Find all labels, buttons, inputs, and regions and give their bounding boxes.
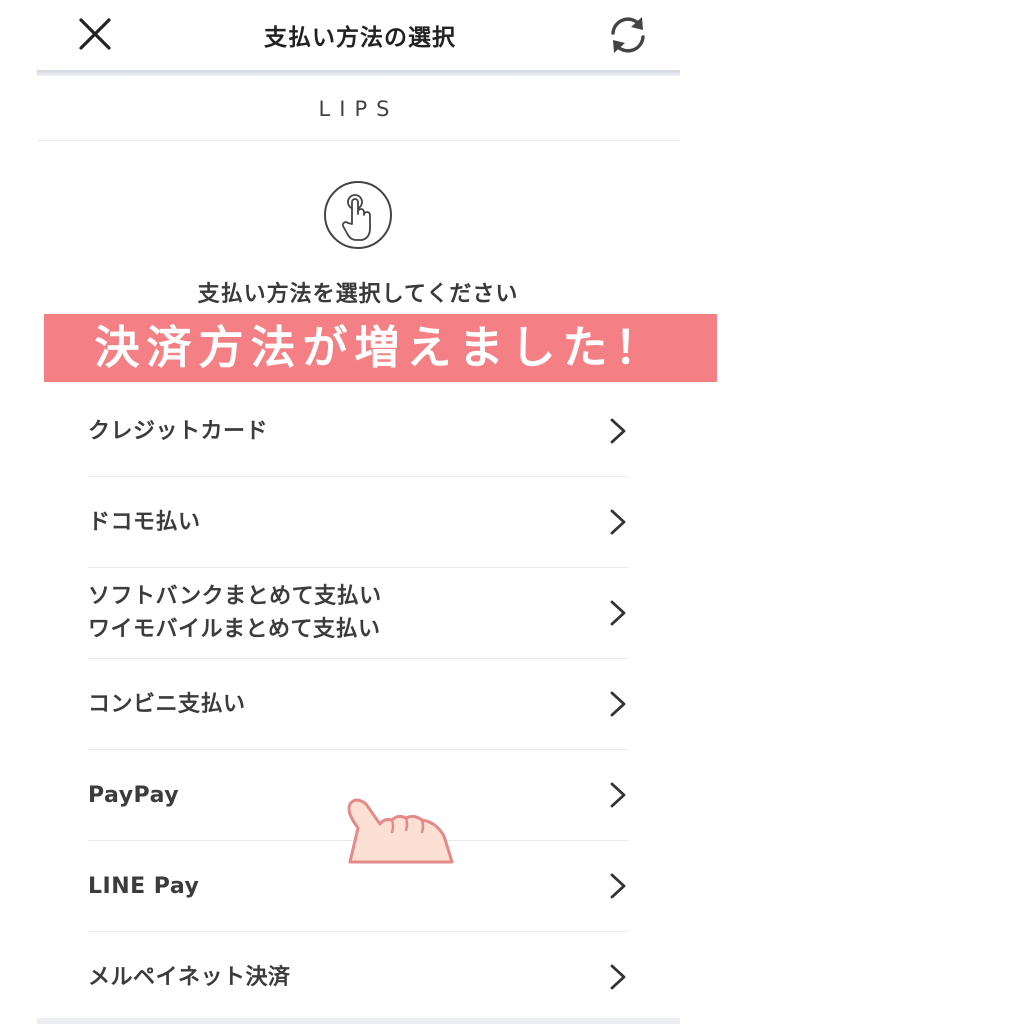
method-credit-card[interactable]: クレジットカード [88, 386, 628, 477]
method-label: メルペイネット決済 [88, 964, 291, 990]
chevron-right-icon [610, 691, 626, 717]
page-title: 支払い方法の選択 [264, 25, 456, 51]
chevron-right-icon [610, 782, 626, 808]
pointing-hand-icon [347, 798, 454, 864]
chevron-right-icon [610, 873, 626, 899]
banner-text: 決済方法が増えました！ [94, 321, 667, 374]
method-label: ソフトバンクまとめて支払い ワイモバイルまとめて支払い [88, 584, 382, 642]
header-divider [37, 70, 680, 76]
method-label: PayPay [88, 782, 180, 808]
select-prompt: 支払い方法を選択してください [197, 282, 519, 307]
payment-method-list: クレジットカード ドコモ払い ソフトバンクまとめて支払い ワイモバイルまとめて支… [88, 386, 628, 1022]
method-label: コンビニ支払い [88, 691, 246, 717]
method-docomo[interactable]: ドコモ払い [88, 477, 628, 568]
tap-finger-icon [323, 180, 393, 250]
close-button[interactable] [70, 12, 120, 58]
chevron-right-icon [610, 600, 626, 626]
method-convenience-store[interactable]: コンビニ支払い [88, 659, 628, 750]
payment-method-screen: 支払い方法の選択 LIPS 支払い方法を選択してください 決済方法が増えました！… [0, 0, 717, 1024]
method-label: ドコモ払い [88, 509, 201, 535]
refresh-button[interactable] [604, 12, 652, 58]
close-icon [79, 18, 111, 50]
method-softbank-ymobile[interactable]: ソフトバンクまとめて支払い ワイモバイルまとめて支払い [88, 568, 628, 659]
announcement-banner: 決済方法が増えました！ [44, 314, 717, 382]
method-merpay[interactable]: メルペイネット決済 [88, 932, 628, 1022]
bottom-divider [37, 1018, 680, 1024]
refresh-icon [611, 17, 645, 53]
chevron-right-icon [610, 964, 626, 990]
method-label: クレジットカード [88, 418, 269, 444]
method-label: LINE Pay [88, 873, 200, 899]
chevron-right-icon [610, 509, 626, 535]
chevron-right-icon [610, 418, 626, 444]
merchant-name: LIPS [37, 78, 680, 141]
